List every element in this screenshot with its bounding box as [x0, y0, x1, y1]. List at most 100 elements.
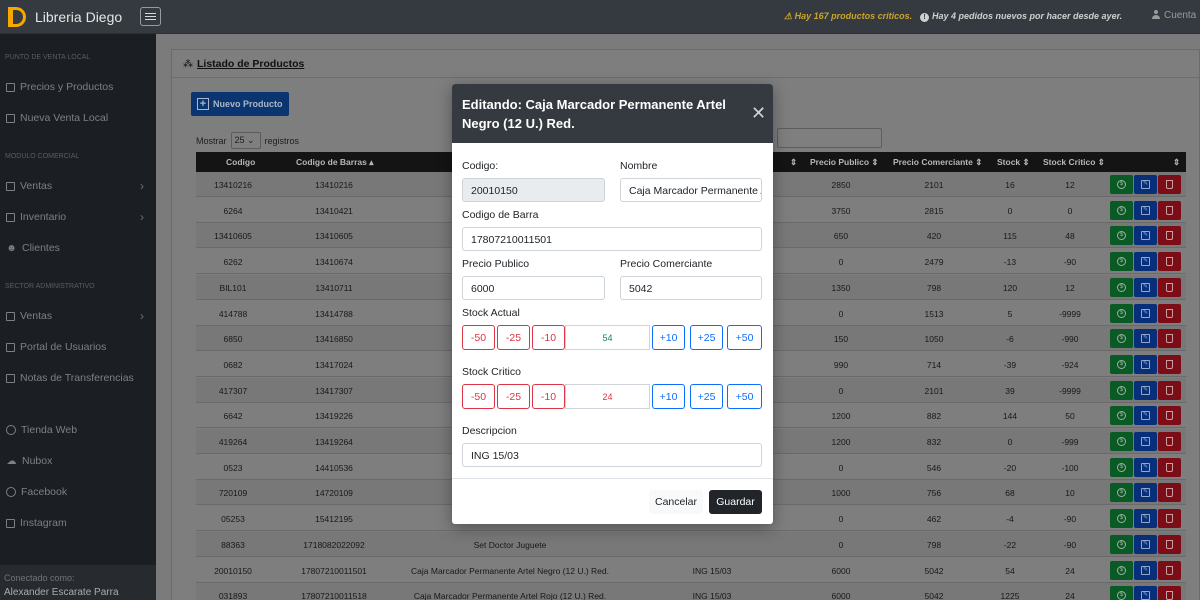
- save-button[interactable]: Guardar: [709, 490, 762, 514]
- edit-button[interactable]: ✎: [1134, 483, 1157, 503]
- col-stock-critico[interactable]: Stock Critico ⇕: [1043, 157, 1105, 168]
- stock-plus-50-button[interactable]: +50: [727, 325, 762, 350]
- brand[interactable]: Libreria Diego: [0, 0, 156, 34]
- price-button[interactable]: $: [1110, 586, 1133, 600]
- sidebar-item-inventario[interactable]: Inventario ›: [6, 207, 156, 227]
- delete-button[interactable]: [1158, 560, 1181, 580]
- edit-button[interactable]: ✎: [1134, 380, 1157, 400]
- price-button[interactable]: $: [1110, 226, 1133, 246]
- price-button[interactable]: $: [1110, 354, 1133, 374]
- sidebar-item-portal[interactable]: Portal de Usuarios: [6, 337, 156, 357]
- sidebar-item-ventas[interactable]: Ventas ›: [6, 176, 156, 196]
- table-row[interactable]: 88363 1718082022092 Set Doctor Juguete 0 798…: [196, 531, 1186, 557]
- pending-orders-alert[interactable]: ! Hay 4 pedidos nuevos por hacer desde ay…: [920, 11, 1122, 22]
- sidebar-item-facebook[interactable]: Facebook: [6, 482, 156, 502]
- edit-button[interactable]: ✎: [1134, 175, 1157, 194]
- table-search-input[interactable]: [777, 128, 882, 148]
- account-menu[interactable]: Cuenta: [1152, 10, 1196, 21]
- precio-comerciante-field[interactable]: 5042: [620, 276, 762, 300]
- critical-products-alert[interactable]: ⚠ Hay 167 productos criticos.: [784, 11, 912, 22]
- sidebar-item-notas[interactable]: Notas de Transferencias: [6, 368, 156, 388]
- edit-button[interactable]: ✎: [1134, 252, 1157, 272]
- delete-button[interactable]: [1158, 277, 1181, 297]
- price-button[interactable]: $: [1110, 406, 1133, 426]
- price-button[interactable]: $: [1110, 252, 1133, 272]
- price-button[interactable]: $: [1110, 560, 1133, 580]
- sidebar-item-clientes[interactable]: ☻ Clientes: [6, 238, 156, 258]
- edit-button[interactable]: ✎: [1134, 534, 1157, 554]
- price-button[interactable]: $: [1110, 483, 1133, 503]
- sidebar-item-nueva-venta[interactable]: Nueva Venta Local: [6, 108, 156, 128]
- price-button[interactable]: $: [1110, 303, 1133, 323]
- col-sort-icon[interactable]: ⇕: [790, 157, 797, 168]
- sidebar-item-instagram[interactable]: Instagram: [6, 513, 156, 533]
- delete-button[interactable]: [1158, 586, 1181, 600]
- cancel-button[interactable]: Cancelar: [649, 490, 703, 514]
- stock-minus-25-button[interactable]: -25: [497, 325, 530, 350]
- delete-button[interactable]: [1158, 380, 1181, 400]
- critico-plus-10-button[interactable]: +10: [652, 384, 685, 409]
- sidebar-item-nubox[interactable]: ☁ Nubox: [6, 451, 156, 471]
- critico-minus-50-button[interactable]: -50: [462, 384, 495, 409]
- edit-button[interactable]: ✎: [1134, 200, 1157, 220]
- delete-button[interactable]: [1158, 303, 1181, 323]
- col-codigo-barras[interactable]: Codigo de Barras ▴: [296, 157, 374, 168]
- edit-button[interactable]: ✎: [1134, 226, 1157, 246]
- delete-button[interactable]: [1158, 226, 1181, 246]
- delete-button[interactable]: [1158, 534, 1181, 554]
- edit-button[interactable]: ✎: [1134, 354, 1157, 374]
- page-length-select[interactable]: 25 ⌄: [230, 132, 261, 149]
- edit-button[interactable]: ✎: [1134, 303, 1157, 323]
- col-precio-comerciante[interactable]: Precio Comerciante ⇕: [893, 157, 982, 168]
- precio-publico-field[interactable]: 6000: [462, 276, 605, 300]
- table-row[interactable]: 20010150 17807210011501 Caja Marcador Perm…: [196, 558, 1186, 583]
- price-button[interactable]: $: [1110, 380, 1133, 400]
- critico-minus-10-button[interactable]: -10: [532, 384, 565, 409]
- delete-button[interactable]: [1158, 509, 1181, 529]
- col-precio-publico[interactable]: Precio Publico ⇕: [810, 157, 879, 168]
- delete-button[interactable]: [1158, 406, 1181, 426]
- stock-plus-10-button[interactable]: +10: [652, 325, 685, 350]
- critico-minus-25-button[interactable]: -25: [497, 384, 530, 409]
- sidebar-item-precios[interactable]: Precios y Productos: [6, 77, 156, 97]
- delete-button[interactable]: [1158, 200, 1181, 220]
- stock-plus-25-button[interactable]: +25: [690, 325, 723, 350]
- descripcion-field[interactable]: ING 15/03: [462, 443, 762, 467]
- nombre-field[interactable]: Caja Marcador Permanente Artel Negro (12…: [620, 178, 762, 202]
- sidebar-item-tienda-web[interactable]: Tienda Web: [6, 420, 156, 440]
- delete-button[interactable]: [1158, 175, 1181, 194]
- page-title[interactable]: Listado de Productos: [197, 58, 304, 70]
- critico-plus-25-button[interactable]: +25: [690, 384, 723, 409]
- stock-minus-10-button[interactable]: -10: [532, 325, 565, 350]
- edit-button[interactable]: ✎: [1134, 509, 1157, 529]
- price-button[interactable]: $: [1110, 432, 1133, 451]
- edit-button[interactable]: ✎: [1134, 560, 1157, 580]
- price-button[interactable]: $: [1110, 277, 1133, 297]
- stock-critico-value[interactable]: 24: [565, 384, 650, 409]
- delete-button[interactable]: [1158, 252, 1181, 272]
- col-codigo[interactable]: Codigo: [226, 157, 255, 167]
- price-button[interactable]: $: [1110, 329, 1133, 349]
- sidebar-item-ventas-admin[interactable]: Ventas ›: [6, 306, 156, 326]
- edit-button[interactable]: ✎: [1134, 586, 1157, 600]
- delete-button[interactable]: [1158, 457, 1181, 477]
- delete-button[interactable]: [1158, 354, 1181, 374]
- menu-toggle-button[interactable]: [140, 7, 161, 26]
- price-button[interactable]: $: [1110, 509, 1133, 529]
- stock-minus-50-button[interactable]: -50: [462, 325, 495, 350]
- price-button[interactable]: $: [1110, 534, 1133, 554]
- stock-actual-value[interactable]: 54: [565, 325, 650, 350]
- edit-button[interactable]: ✎: [1134, 329, 1157, 349]
- barra-field[interactable]: 17807210011501: [462, 227, 762, 251]
- price-button[interactable]: $: [1110, 457, 1133, 477]
- table-row[interactable]: 031893 17807210011518 Caja Marcador Perman…: [196, 583, 1186, 600]
- edit-button[interactable]: ✎: [1134, 406, 1157, 426]
- close-icon[interactable]: ✕: [751, 104, 766, 122]
- delete-button[interactable]: [1158, 329, 1181, 349]
- edit-button[interactable]: ✎: [1134, 432, 1157, 451]
- edit-button[interactable]: ✎: [1134, 277, 1157, 297]
- edit-button[interactable]: ✎: [1134, 457, 1157, 477]
- codigo-field[interactable]: 20010150: [462, 178, 605, 202]
- delete-button[interactable]: [1158, 432, 1181, 451]
- col-stock[interactable]: Stock ⇕: [997, 157, 1030, 168]
